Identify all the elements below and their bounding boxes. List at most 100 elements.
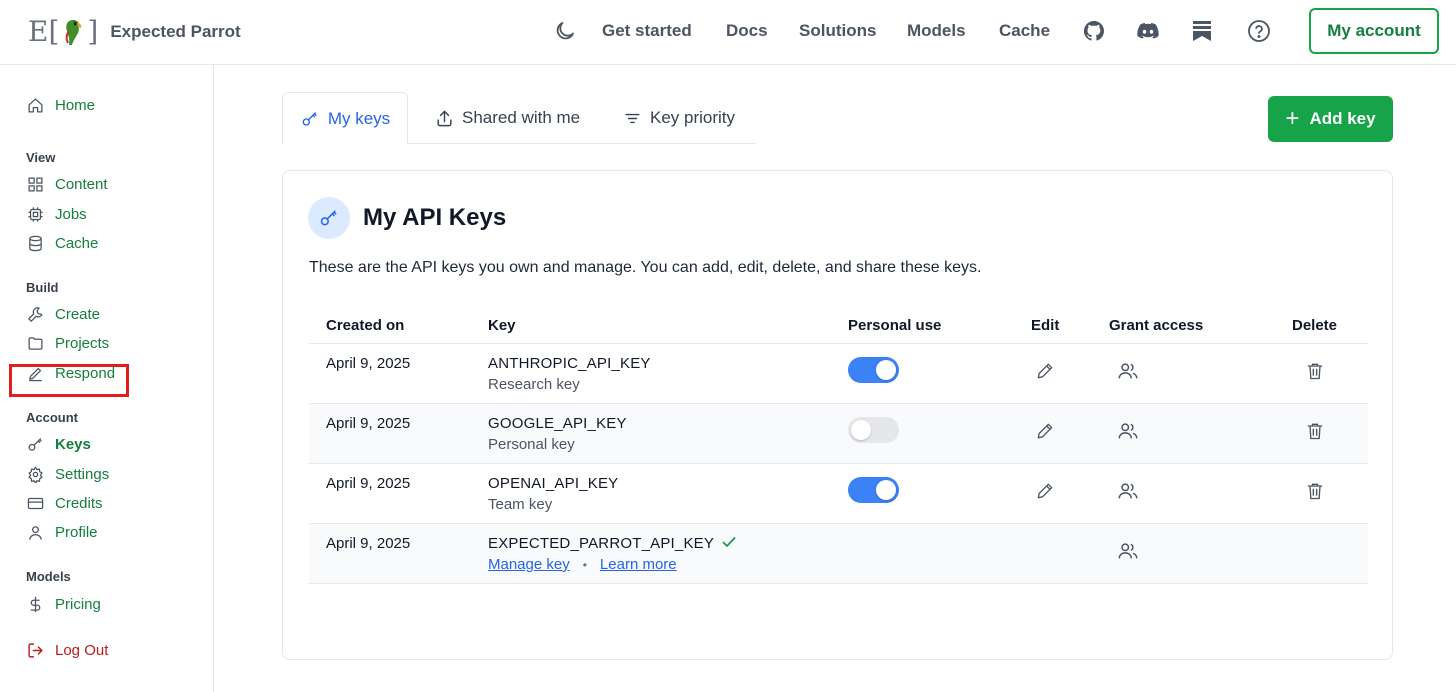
th-created-on: Created on	[326, 317, 405, 334]
tab-label-shared-with-me: Shared with me	[462, 108, 581, 127]
nav-get-started[interactable]: Get started	[602, 21, 692, 41]
th-grant-access: Grant access	[1109, 317, 1204, 334]
personal-use-toggle[interactable]	[848, 417, 899, 443]
sidebar-label-keys: Keys	[55, 435, 91, 453]
sidebar-item-create[interactable]: Create	[26, 303, 100, 325]
key-name: GOOGLE_API_KEY	[488, 415, 627, 432]
sidebar-section-account: Account	[26, 410, 78, 425]
personal-use-toggle[interactable]	[848, 477, 899, 503]
brand-logo: E [ ]	[28, 17, 98, 47]
cpu-icon	[26, 205, 44, 223]
delete-trash-icon[interactable]	[1304, 420, 1326, 442]
key-description: Research key	[488, 376, 580, 393]
card-description: These are the API keys you own and manag…	[309, 259, 982, 276]
moon-icon[interactable]	[552, 18, 578, 44]
sidebar-label-profile: Profile	[55, 523, 98, 541]
sidebar-item-settings[interactable]: Settings	[26, 463, 109, 485]
delete-trash-icon[interactable]	[1304, 480, 1326, 502]
key-description: Team key	[488, 496, 553, 513]
my-account-button[interactable]: My account	[1309, 8, 1439, 54]
created-date: April 9, 2025	[326, 475, 411, 492]
toggle-knob	[876, 360, 896, 380]
key-icon	[308, 197, 350, 239]
delete-trash-icon[interactable]	[1304, 360, 1326, 382]
sidebar-item-profile[interactable]: Profile	[26, 521, 98, 543]
discord-icon[interactable]	[1135, 18, 1161, 44]
key-icon	[26, 435, 44, 453]
sidebar-item-credits[interactable]: Credits	[26, 492, 103, 514]
logo-bracket-left: [	[48, 15, 60, 48]
tab-label-key-priority: Key priority	[650, 108, 736, 127]
wrench-icon	[26, 305, 44, 323]
sidebar-item-projects[interactable]: Projects	[26, 332, 109, 354]
folder-icon	[26, 334, 44, 352]
sidebar-label-jobs: Jobs	[55, 205, 87, 223]
grant-access-users-icon[interactable]	[1117, 360, 1139, 382]
sidebar-section-models: Models	[26, 569, 71, 584]
nav-solutions[interactable]: Solutions	[799, 21, 876, 41]
sidebar-item-content[interactable]: Content	[26, 173, 108, 195]
filter-icon	[622, 108, 642, 128]
sidebar-item-home[interactable]: Home	[26, 94, 95, 116]
nav-cache[interactable]: Cache	[999, 21, 1050, 41]
api-keys-table: Created on Key Personal use Edit Grant a…	[309, 307, 1368, 584]
link-separator: •	[582, 557, 587, 572]
key-tabs: My keys Shared with me Key priority	[282, 92, 756, 145]
learn-more-link[interactable]: Learn more	[600, 556, 677, 573]
sidebar-item-logout[interactable]: Log Out	[26, 639, 108, 661]
sidebar-item-jobs[interactable]: Jobs	[26, 203, 87, 225]
table-row: April 9, 2025 EXPECTED_PARROT_API_KEY Ma…	[309, 524, 1368, 584]
sidebar-item-cache[interactable]: Cache	[26, 232, 98, 254]
nav-docs[interactable]: Docs	[726, 21, 768, 41]
sidebar-label-projects: Projects	[55, 334, 110, 352]
sidebar-label-settings: Settings	[55, 465, 110, 483]
key-name: EXPECTED_PARROT_API_KEY	[488, 535, 736, 552]
table-header: Created on Key Personal use Edit Grant a…	[309, 307, 1368, 344]
tab-my-keys[interactable]: My keys	[282, 92, 408, 145]
brand[interactable]: E [ ] Expected Parrot	[28, 12, 241, 52]
sidebar-section-build: Build	[26, 280, 59, 295]
key-name: ANTHROPIC_API_KEY	[488, 355, 651, 372]
sidebar-label-logout: Log Out	[55, 641, 109, 659]
created-date: April 9, 2025	[326, 355, 411, 372]
sidebar-item-keys[interactable]: Keys	[26, 433, 91, 455]
tab-key-priority[interactable]: Key priority	[622, 92, 735, 144]
grant-access-users-icon[interactable]	[1117, 540, 1139, 562]
table-row: April 9, 2025 OPENAI_API_KEY Team key	[309, 464, 1368, 524]
personal-use-toggle[interactable]	[848, 357, 899, 383]
github-icon[interactable]	[1081, 18, 1107, 44]
logo-bracket-right: ]	[87, 15, 99, 48]
key-description: Personal key	[488, 436, 575, 453]
share-icon	[434, 108, 454, 128]
logout-icon	[26, 641, 44, 659]
blog-icon[interactable]	[1189, 18, 1215, 44]
help-icon[interactable]	[1246, 18, 1272, 44]
manage-key-link[interactable]: Manage key	[488, 556, 570, 573]
sidebar-item-pricing[interactable]: Pricing	[26, 593, 101, 615]
key-name: OPENAI_API_KEY	[488, 475, 619, 492]
tab-label-my-keys: My keys	[327, 108, 391, 128]
key-icon	[300, 109, 320, 129]
key-name-text: EXPECTED_PARROT_API_KEY	[488, 535, 715, 552]
sidebar-label-content: Content	[55, 175, 108, 193]
nav-models[interactable]: Models	[907, 21, 966, 41]
edit-pencil-icon[interactable]	[1034, 360, 1056, 382]
edit-pencil-icon[interactable]	[1034, 420, 1056, 442]
dollar-icon	[26, 595, 44, 613]
gear-icon	[26, 465, 44, 483]
add-key-button[interactable]: + Add key	[1268, 96, 1393, 142]
edit-pencil-icon[interactable]	[1034, 480, 1056, 502]
home-icon	[26, 96, 44, 114]
grant-access-users-icon[interactable]	[1117, 480, 1139, 502]
card-header: My API Keys	[308, 196, 506, 240]
created-date: April 9, 2025	[326, 415, 411, 432]
toggle-knob	[851, 420, 871, 440]
table-row: April 9, 2025 GOOGLE_API_KEY Personal ke…	[309, 404, 1368, 464]
api-keys-card: My API Keys These are the API keys you o…	[282, 170, 1393, 660]
logo-letter: E	[28, 15, 49, 48]
sidebar-label-cache: Cache	[55, 234, 99, 252]
tab-shared-with-me[interactable]: Shared with me	[434, 92, 580, 144]
sidebar-label-home: Home	[55, 96, 96, 114]
keys-highlight-box	[9, 364, 129, 397]
grant-access-users-icon[interactable]	[1117, 420, 1139, 442]
